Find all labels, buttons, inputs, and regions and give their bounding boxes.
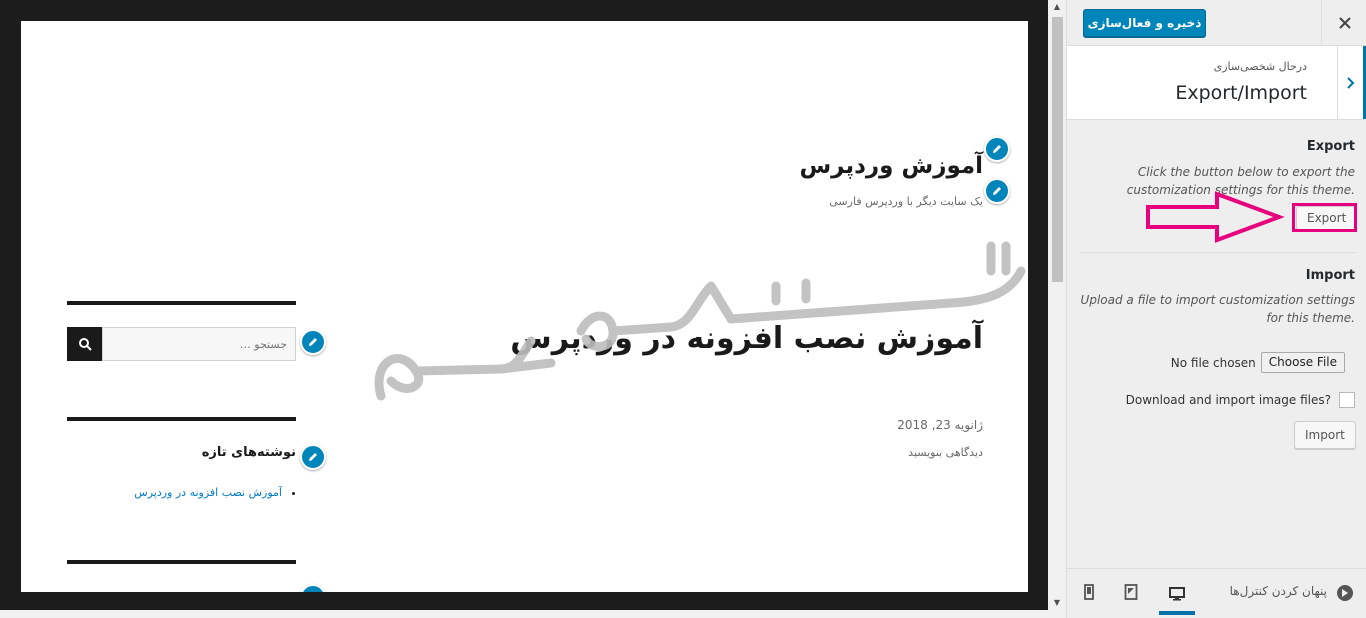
post-comments-link[interactable]: دیدگاهی بنویسید — [908, 446, 983, 459]
post-date[interactable]: ژانویه 23, 2018 — [897, 418, 983, 432]
sidebar-footer: پنهان کردن کنترل‌ها — [1067, 568, 1366, 618]
scroll-up-arrow[interactable]: ▲ — [1051, 2, 1063, 12]
save-publish-button[interactable]: ذخیره و فعال‌سازی — [1083, 9, 1206, 37]
section-name: Export/Import — [1175, 82, 1307, 104]
pencil-icon — [307, 591, 319, 592]
close-button[interactable] — [1321, 0, 1366, 46]
list-item: آموزش نصب افزونه در وردپرس — [67, 486, 282, 499]
file-input: No file chosen Choose File — [1079, 352, 1345, 373]
scrollbar-thumb[interactable] — [1052, 17, 1063, 282]
tablet-icon — [1124, 584, 1138, 600]
search-button[interactable] — [67, 327, 102, 361]
collapse-label[interactable]: پنهان کردن کنترل‌ها — [1230, 584, 1327, 598]
no-file-label: No file chosen — [1170, 355, 1256, 370]
customizer-sidebar: ذخیره و فعال‌سازی درحال شخصی‌سازی Export… — [1066, 0, 1366, 618]
mobile-preview-button[interactable] — [1074, 577, 1104, 607]
customizing-label: درحال شخصی‌سازی — [1213, 60, 1307, 73]
desktop-icon — [1169, 587, 1185, 601]
site-description: یک سایت دیگر با وردپرس فارسی — [829, 195, 983, 208]
choose-file-button[interactable]: Choose File — [1260, 352, 1345, 373]
pencil-icon — [309, 453, 317, 461]
play-icon — [1342, 589, 1348, 597]
pencil-icon — [993, 145, 1001, 153]
recent-posts-title: نوشته‌های تازه — [201, 445, 296, 460]
import-title: Import — [1305, 268, 1355, 283]
desktop-preview-button[interactable] — [1159, 577, 1195, 615]
panel-divider — [1079, 252, 1355, 253]
chevron-right-icon — [1346, 76, 1354, 89]
export-title: Export — [1306, 139, 1355, 154]
recent-posts-list: آموزش نصب افزونه در وردپرس — [67, 486, 296, 499]
download-images-checkbox[interactable] — [1339, 392, 1355, 408]
widget-divider — [67, 417, 296, 421]
import-description: Upload a file to import customization se… — [1080, 293, 1355, 325]
widget-divider — [67, 301, 296, 305]
import-panel: Import Upload a file to import customiza… — [1079, 268, 1355, 327]
edit-recent-posts-icon[interactable] — [300, 444, 326, 470]
edit-widget-icon[interactable] — [300, 584, 326, 592]
download-images-label: Download and import image files? — [1125, 393, 1331, 407]
pencil-icon — [309, 338, 317, 346]
widget-divider — [67, 560, 296, 564]
back-button[interactable] — [1337, 46, 1366, 119]
search-input[interactable] — [102, 327, 296, 361]
scroll-down-arrow[interactable]: ▼ — [1051, 598, 1063, 608]
preview-frame: آموزش وردپرس یک سایت دیگر با وردپرس فارس… — [0, 0, 1048, 610]
site-title[interactable]: آموزش وردپرس — [799, 153, 983, 179]
close-icon — [1338, 17, 1351, 29]
pencil-icon — [993, 187, 1001, 195]
mobile-icon — [1084, 584, 1094, 600]
search-widget — [67, 327, 296, 361]
annotation-arrow — [1146, 191, 1285, 243]
edit-search-widget-icon[interactable] — [300, 329, 326, 355]
download-images-row: Download and import image files? — [1079, 392, 1355, 408]
section-title-bar: درحال شخصی‌سازی Export/Import — [1067, 46, 1366, 120]
highlight-box — [1292, 203, 1357, 232]
collapse-button[interactable] — [1337, 585, 1353, 601]
edit-site-description-icon[interactable] — [984, 178, 1010, 204]
preview-page: آموزش وردپرس یک سایت دیگر با وردپرس فارس… — [21, 21, 1028, 592]
tablet-preview-button[interactable] — [1116, 577, 1146, 607]
post-title[interactable]: آموزش نصب افزونه در وردپرس — [510, 321, 983, 356]
sidebar-header: ذخیره و فعال‌سازی — [1067, 0, 1366, 46]
import-button[interactable]: Import — [1294, 421, 1356, 449]
edit-site-title-icon[interactable] — [984, 136, 1010, 162]
recent-post-link[interactable]: آموزش نصب افزونه در وردپرس — [134, 486, 282, 499]
search-icon — [78, 338, 92, 351]
